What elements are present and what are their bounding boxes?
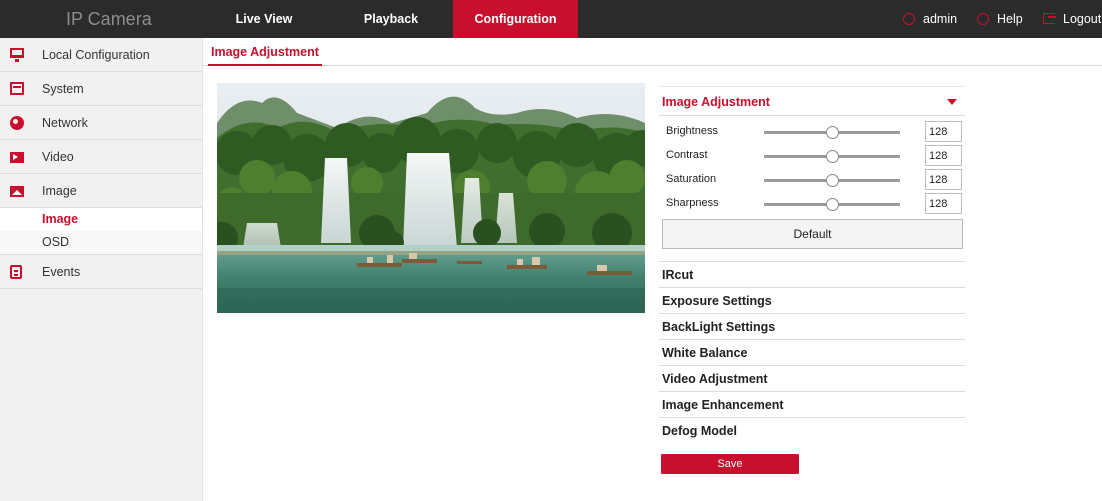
sidebar-item-network[interactable]: Network (0, 106, 202, 140)
network-globe-icon (10, 116, 24, 130)
sidebar-item-label: Image (42, 184, 77, 198)
sidebar-submenu-image: Image OSD (0, 208, 202, 255)
brand-title: IP Camera (66, 9, 152, 29)
events-icon (10, 265, 22, 279)
contrast-value-input[interactable] (925, 145, 962, 166)
tab-image-adjustment[interactable]: Image Adjustment (208, 38, 322, 66)
system-icon (10, 82, 24, 95)
monitor-icon (10, 48, 24, 62)
help-link[interactable]: Help (977, 0, 1023, 38)
sidebar-item-label: Video (42, 150, 74, 164)
slider-thumb[interactable] (826, 150, 839, 163)
section-ircut[interactable]: IRcut (659, 262, 965, 288)
slider-label: Contrast (666, 149, 708, 161)
camera-preview (217, 83, 645, 313)
page-tab-bar: Image Adjustment (203, 38, 1102, 66)
section-image-adjustment-header[interactable]: Image Adjustment (659, 86, 965, 116)
sidebar-item-system[interactable]: System (0, 72, 202, 106)
slider-thumb[interactable] (826, 174, 839, 187)
logout-icon (1043, 13, 1056, 24)
sidebar-item-label: Local Configuration (42, 48, 150, 62)
settings-panel: Image Adjustment Brightness Contrast Sat… (659, 86, 965, 474)
caret-down-icon (947, 99, 957, 105)
sidebar-item-image[interactable]: Image (0, 174, 202, 208)
sidebar: Local Configuration System Network Video… (0, 38, 203, 501)
user-menu[interactable]: admin (903, 0, 957, 38)
sharpness-slider[interactable] (764, 198, 900, 211)
image-icon (10, 186, 24, 197)
sidebar-item-label: System (42, 82, 84, 96)
sidebar-subitem-osd[interactable]: OSD (0, 231, 202, 254)
slider-row-sharpness: Sharpness (659, 192, 965, 216)
tab-live-view[interactable]: Live View (214, 0, 314, 38)
sidebar-item-local-configuration[interactable]: Local Configuration (0, 38, 202, 72)
brightness-slider[interactable] (764, 126, 900, 139)
image-adjustment-body: Brightness Contrast Saturation Sharpness… (659, 116, 965, 262)
saturation-slider[interactable] (764, 174, 900, 187)
slider-label: Saturation (666, 173, 717, 185)
section-image-enhancement[interactable]: Image Enhancement (659, 392, 965, 418)
logout-link[interactable]: Logout (1043, 0, 1101, 38)
save-button[interactable]: Save (661, 454, 799, 474)
contrast-slider[interactable] (764, 150, 900, 163)
sidebar-item-events[interactable]: Events (0, 255, 202, 289)
logout-label: Logout (1063, 12, 1102, 26)
video-icon (10, 152, 24, 163)
slider-row-contrast: Contrast (659, 144, 965, 168)
top-navigation-bar: IP Camera Live View Playback Configurati… (0, 0, 1102, 38)
slider-label: Brightness (666, 125, 718, 137)
sidebar-item-video[interactable]: Video (0, 140, 202, 174)
sidebar-subitem-image[interactable]: Image (0, 208, 202, 231)
tab-configuration[interactable]: Configuration (453, 0, 578, 38)
section-exposure-settings[interactable]: Exposure Settings (659, 288, 965, 314)
sidebar-item-label: Network (42, 116, 88, 130)
section-title: Image Adjustment (662, 95, 770, 109)
brightness-value-input[interactable] (925, 121, 962, 142)
section-backlight-settings[interactable]: BackLight Settings (659, 314, 965, 340)
waterfall-scene-image (217, 83, 645, 313)
slider-row-brightness: Brightness (659, 120, 965, 144)
sharpness-value-input[interactable] (925, 193, 962, 214)
sidebar-item-label: Events (42, 265, 81, 279)
help-label: Help (997, 12, 1023, 26)
tab-playback[interactable]: Playback (341, 0, 441, 38)
slider-thumb[interactable] (826, 126, 839, 139)
slider-row-saturation: Saturation (659, 168, 965, 192)
user-icon (903, 13, 915, 25)
default-button[interactable]: Default (662, 219, 963, 249)
section-white-balance[interactable]: White Balance (659, 340, 965, 366)
slider-label: Sharpness (666, 197, 719, 209)
slider-thumb[interactable] (826, 198, 839, 211)
help-icon (977, 13, 989, 25)
saturation-value-input[interactable] (925, 169, 962, 190)
section-defog-model[interactable]: Defog Model (659, 418, 965, 444)
section-video-adjustment[interactable]: Video Adjustment (659, 366, 965, 392)
user-name: admin (923, 12, 958, 26)
